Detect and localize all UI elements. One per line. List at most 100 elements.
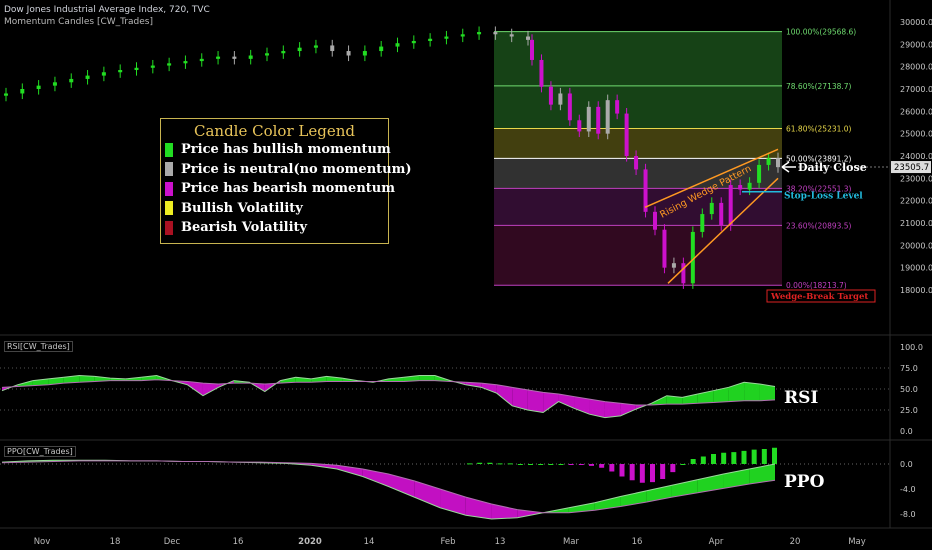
candle — [281, 51, 286, 54]
y-tick-label: 26000.0 — [900, 107, 932, 116]
candle — [709, 202, 714, 215]
candle — [199, 58, 204, 62]
candle — [248, 55, 253, 59]
chart-title: Dow Jones Industrial Average Index, 720,… — [4, 5, 210, 15]
candle — [20, 89, 25, 94]
chart-canvas: 100.00%(29568.6) 78.60%(27138.7) 61.80%(25… — [0, 0, 932, 547]
candle — [747, 182, 752, 190]
rsi-fill-segment — [543, 392, 559, 413]
candle — [526, 36, 530, 40]
x-tick-label: Nov — [34, 537, 51, 547]
candle — [719, 202, 724, 226]
legend-item-neutral: Price is neutral(no momentum) — [161, 160, 412, 180]
candle — [493, 32, 498, 35]
legend-swatch — [165, 162, 173, 177]
x-tick-label: 18 — [110, 537, 121, 547]
y-tick-label: 29000.0 — [900, 40, 932, 49]
wedge-target-label: Wedge-Break Target — [770, 292, 868, 302]
candle — [101, 72, 106, 76]
candle — [634, 156, 639, 170]
candle — [297, 47, 302, 52]
candle — [728, 185, 733, 226]
candle — [183, 61, 188, 64]
ppo-histogram-bar — [731, 452, 737, 464]
legend-title: Candle Color Legend — [194, 122, 355, 140]
fib-zone — [494, 225, 782, 286]
ppo-pane-label[interactable]: PPO[CW_Trades] — [4, 446, 76, 457]
candle — [36, 85, 41, 89]
ppo-histogram-bar — [660, 464, 666, 479]
candle — [134, 67, 139, 71]
ppo-y-tick: 0.0 — [900, 460, 913, 469]
candle — [615, 100, 620, 114]
ppo-histogram-bar — [650, 464, 655, 483]
candle — [700, 214, 705, 232]
x-tick-label: 14 — [364, 537, 375, 547]
candle — [346, 51, 351, 56]
candle — [662, 229, 667, 268]
ppo-annotation: PPO — [784, 472, 825, 492]
y-tick-label: 27000.0 — [900, 85, 932, 94]
candle — [605, 100, 610, 134]
fib-level-label: 100.00%(29568.6) — [786, 28, 856, 37]
candle — [313, 45, 318, 48]
y-tick-label: 22000.0 — [900, 197, 932, 206]
ppo-histogram-bar — [497, 463, 503, 465]
y-tick-label: 20000.0 — [900, 241, 932, 250]
legend-label: Bullish Volatility — [181, 200, 303, 216]
ppo-histogram-bar — [772, 447, 777, 464]
candle — [671, 263, 676, 268]
legend-swatch — [165, 220, 173, 235]
fib-zone — [494, 188, 782, 226]
ppo-histogram-bar — [558, 464, 564, 465]
ppo-y-tick: -8.0 — [900, 510, 916, 519]
candle-color-legend: Candle Color Legend Price has bullish mo… — [160, 118, 412, 244]
ppo-histogram-bar — [639, 464, 645, 483]
candle — [460, 34, 465, 37]
ppo-histogram-bar — [548, 464, 554, 465]
legend-label: Price has bearish momentum — [181, 181, 395, 197]
indicator-title: Momentum Candles [CW_Trades] — [4, 17, 153, 27]
ppo-histogram-bar — [751, 449, 757, 464]
fib-zone — [494, 128, 782, 159]
current-price-label: 23505.7 — [894, 163, 929, 173]
y-tick-label: 23000.0 — [900, 174, 932, 183]
candle — [776, 158, 780, 168]
ppo-histogram-bar — [629, 464, 635, 481]
ppo-histogram-bar — [599, 464, 605, 468]
ppo-histogram-bar — [711, 454, 716, 464]
y-tick-label: 30000.0 — [900, 18, 932, 27]
x-tick-label: May — [848, 537, 866, 547]
fib-level-label: 78.60%(27138.7) — [786, 82, 852, 91]
legend-item-bullish: Price has bullish momentum — [161, 140, 391, 160]
y-tick-label: 28000.0 — [900, 63, 932, 72]
candle — [232, 56, 237, 59]
rsi-fill-segment — [744, 382, 760, 401]
ppo-histogram-bar — [761, 449, 767, 464]
x-tick-label: Feb — [440, 537, 455, 547]
candle — [330, 45, 335, 52]
legend-label: Price has bullish momentum — [181, 142, 391, 158]
candle — [395, 43, 400, 47]
fib-level-label: 0.00%(18213.7) — [786, 281, 847, 290]
candle — [69, 78, 74, 83]
ppo-histogram-bar — [700, 456, 706, 464]
legend-swatch — [165, 181, 173, 196]
candle — [757, 164, 762, 183]
x-tick-label: Apr — [709, 537, 724, 547]
x-tick-label: Dec — [164, 537, 181, 547]
rsi-fill-segment — [527, 389, 544, 413]
candle — [52, 82, 57, 86]
ppo-histogram-bar — [619, 464, 625, 477]
rsi-fill-segment — [419, 375, 435, 381]
legend-label: Bearish Volatility — [181, 220, 308, 236]
rsi-y-tick: 0.0 — [900, 427, 913, 436]
y-tick-label: 21000.0 — [900, 219, 932, 228]
x-tick-label: 13 — [495, 537, 506, 547]
candle — [539, 59, 544, 87]
rsi-pane-label[interactable]: RSI[CW_Trades] — [4, 341, 73, 352]
y-tick-label: 18000.0 — [900, 286, 932, 295]
legend-item-bullish-volatility: Bullish Volatility — [161, 199, 388, 219]
candle — [577, 120, 582, 132]
ppo-histogram-bar — [741, 450, 747, 464]
